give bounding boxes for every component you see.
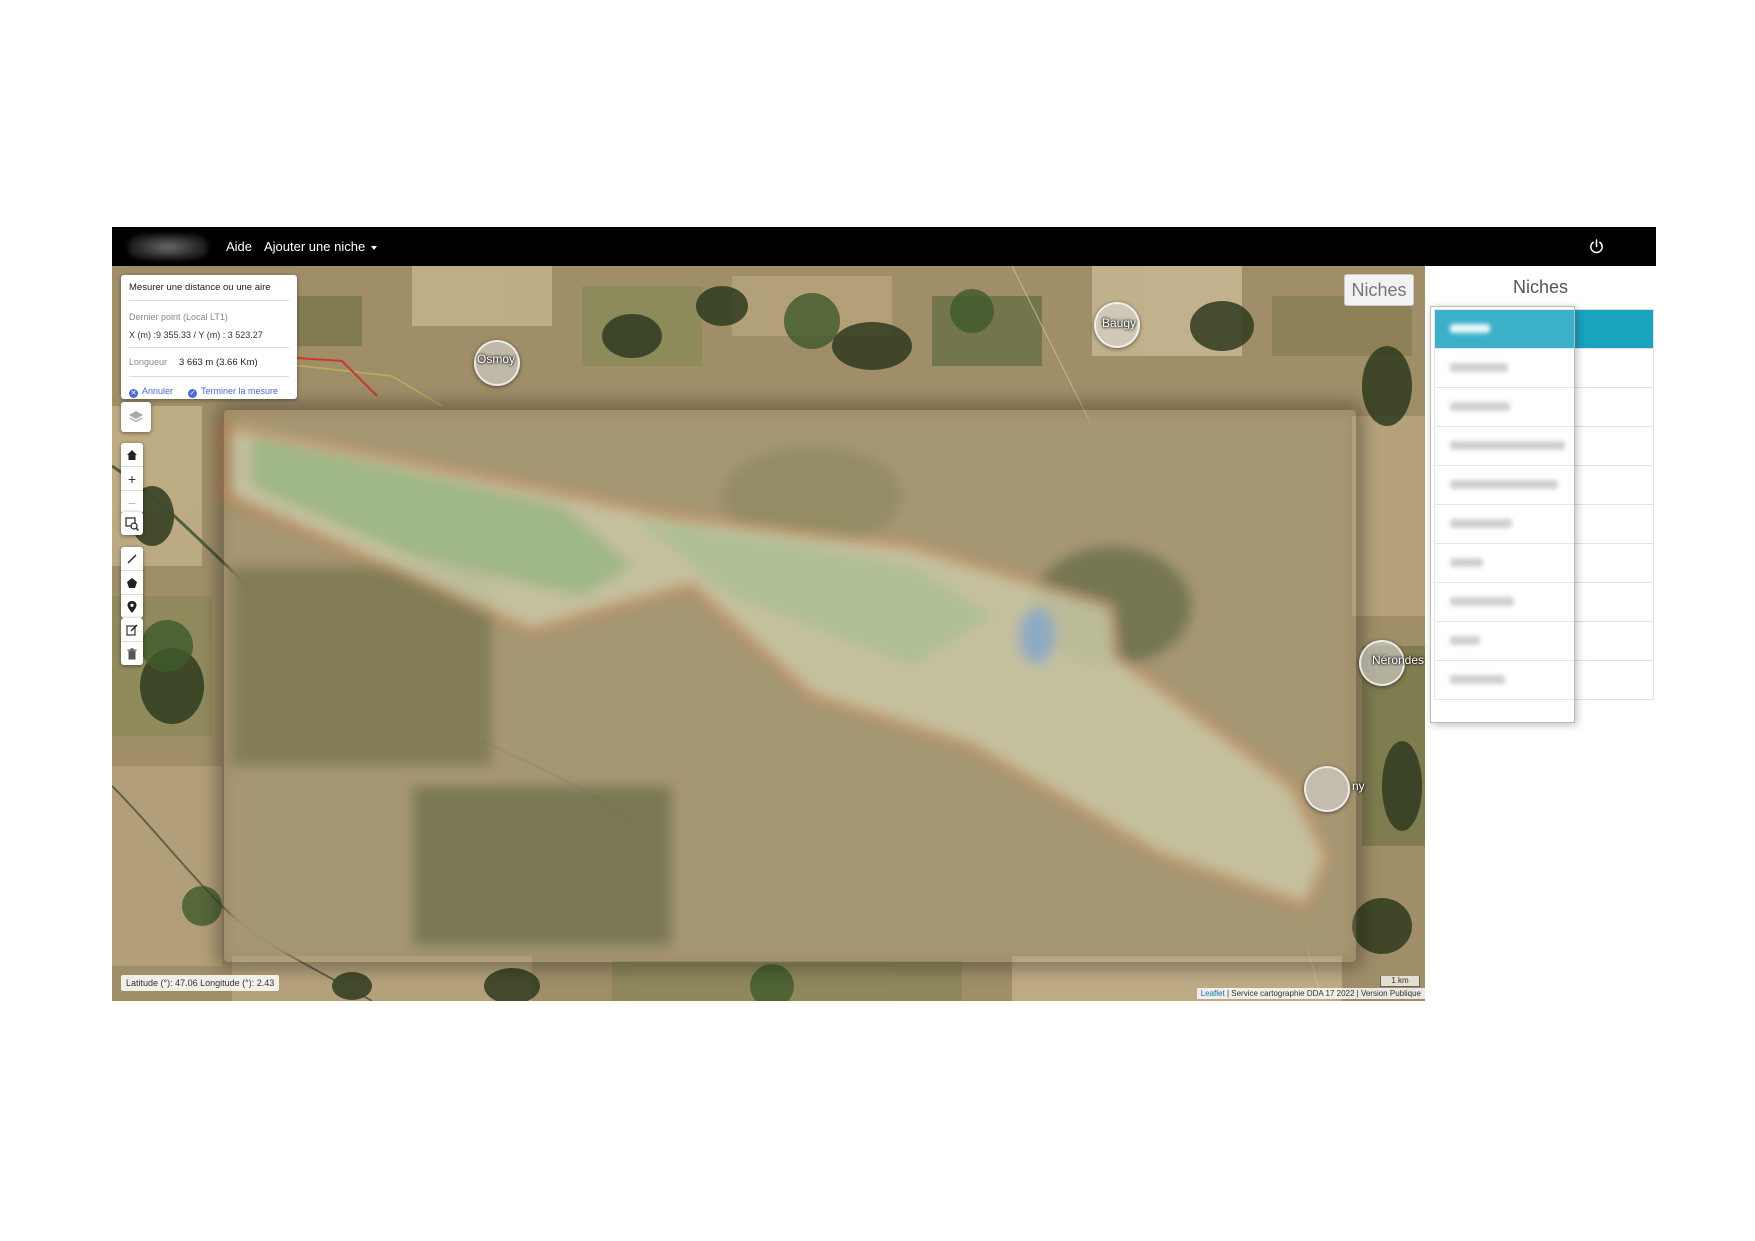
close-circle-icon: ✕ [129, 389, 138, 398]
scale-bar: 1 km [1380, 976, 1420, 987]
edit-layers-button[interactable] [121, 618, 143, 642]
sidebar-title: Niches [1512, 277, 1569, 297]
finish-label: Terminer la mesure [201, 386, 279, 396]
edit-icon [126, 624, 138, 636]
brand-logo[interactable] [128, 234, 208, 260]
minus-icon: − [127, 494, 137, 511]
redacted-text [1450, 441, 1565, 450]
mouse-coordinates: Latitude (°): 47.06 Longitude (°): 2.43 [121, 975, 280, 991]
redacted-text [1450, 363, 1508, 372]
power-icon[interactable] [1589, 239, 1604, 254]
redacted-text [1450, 480, 1558, 489]
map-view[interactable]: Osmoy Baugy Nérondes ny Mesurer une dist… [112, 266, 1425, 1001]
niches-toggle-button[interactable]: Niches [1344, 274, 1414, 306]
city-label-baugy[interactable]: Baugy [1102, 316, 1136, 330]
line-icon [127, 554, 137, 563]
layers-control[interactable] [121, 402, 151, 432]
nav-add-niche-label: Ajouter une niche [264, 239, 366, 254]
last-point-label: Dernier point (Local LT1) [129, 312, 228, 322]
measure-title: Mesurer une distance ou une aire [129, 282, 271, 293]
divider [129, 376, 289, 377]
draw-line-button[interactable] [121, 547, 143, 571]
city-label-ny[interactable]: ny [1352, 779, 1365, 793]
zoom-control: + − [121, 443, 143, 514]
draw-polygon-button[interactable] [121, 571, 143, 595]
plus-icon: + [127, 470, 137, 487]
zoom-box-button[interactable] [121, 512, 143, 535]
zoom-box-icon [125, 516, 139, 531]
zoom-out-button[interactable]: − [121, 491, 143, 514]
navbar: Aide Ajouter une niche [112, 227, 1656, 266]
niche-polygon[interactable] [112, 266, 1425, 1001]
nav-add-niche-dropdown[interactable]: Ajouter une niche [264, 227, 378, 266]
map-attribution: Leaflet | Service cartographie DDA 17 20… [1196, 988, 1425, 999]
attribution-text: | Service cartographie DDA 17 2022 | Ver… [1224, 989, 1421, 998]
nav-aide-link[interactable]: Aide [226, 227, 252, 266]
zoom-box-control [121, 512, 143, 535]
list-item[interactable] [1435, 583, 1653, 622]
marker-icon [127, 600, 137, 613]
city-marker-ny[interactable] [1304, 766, 1350, 812]
divider [129, 347, 289, 348]
list-item[interactable] [1435, 544, 1653, 583]
list-item[interactable] [1435, 310, 1653, 349]
niches-list [1434, 309, 1654, 700]
draw-toolbar [121, 547, 143, 618]
list-item[interactable] [1435, 622, 1653, 661]
cancel-measure-button[interactable]: ✕ Annuler [129, 386, 173, 398]
home-button[interactable] [121, 443, 143, 467]
divider [129, 300, 289, 301]
check-circle-icon: ✓ [188, 389, 197, 398]
delete-layers-button[interactable] [121, 642, 143, 665]
redacted-text [1450, 519, 1512, 528]
city-label-nerondes[interactable]: Nérondes [1372, 653, 1424, 667]
draw-marker-button[interactable] [121, 595, 143, 618]
list-item[interactable] [1435, 466, 1653, 505]
redacted-text [1450, 636, 1480, 645]
length-label: Longueur [129, 357, 168, 367]
length-value: 3 663 m (3.66 Km) [179, 357, 258, 368]
app-window: Aide Ajouter une niche Osmoy Baugy Néron… [112, 227, 1656, 1001]
redacted-text [1450, 324, 1490, 333]
measure-panel: Mesurer une distance ou une aire Dernier… [121, 275, 297, 399]
list-item[interactable] [1435, 505, 1653, 544]
zoom-in-button[interactable]: + [121, 467, 143, 491]
list-item[interactable] [1435, 427, 1653, 466]
layers-icon [129, 411, 143, 423]
city-label-osmoy[interactable]: Osmoy [477, 352, 515, 366]
list-item[interactable] [1435, 661, 1653, 699]
list-item[interactable] [1435, 349, 1653, 388]
home-icon [127, 449, 137, 460]
caret-down-icon [371, 245, 378, 250]
polygon-icon [127, 577, 137, 588]
last-point-coordinates: X (m) :9 355.33 / Y (m) : 3 523.27 [129, 330, 263, 340]
list-item[interactable] [1435, 388, 1653, 427]
redacted-text [1450, 675, 1505, 684]
redacted-text [1450, 597, 1514, 606]
finish-measure-button[interactable]: ✓ Terminer la mesure [188, 386, 278, 398]
edit-toolbar [121, 618, 143, 665]
leaflet-link[interactable]: Leaflet [1201, 989, 1225, 998]
niches-sidebar: Niches [1425, 266, 1656, 1001]
redacted-text [1450, 558, 1483, 567]
cancel-label: Annuler [142, 386, 174, 396]
trash-icon [127, 647, 137, 659]
redacted-text [1450, 402, 1510, 411]
